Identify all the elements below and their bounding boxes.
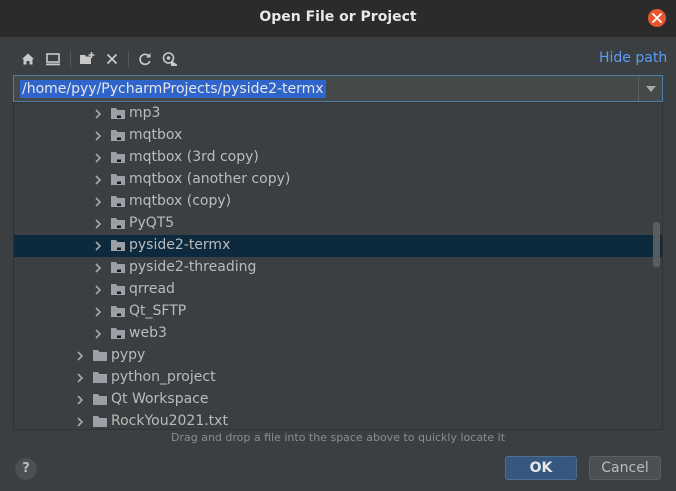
folder-icon (93, 372, 107, 383)
tree-row[interactable]: pyside2-termx (14, 235, 662, 257)
home-icon[interactable] (20, 51, 36, 67)
drag-drop-hint: Drag and drop a file into the space abov… (170, 431, 506, 444)
chevron-down-icon (646, 86, 656, 92)
folder-icon (93, 394, 107, 405)
tree-row[interactable]: RockYou2021.txt (14, 411, 662, 429)
folder-icon (111, 328, 125, 339)
folder-icon (111, 284, 125, 295)
tree-item-label: pyside2-termx (129, 237, 231, 253)
tree-item-label: mqtbox (3rd copy) (129, 149, 259, 165)
tree-item-label: Qt_SFTP (129, 303, 187, 319)
path-text[interactable]: /home/pyy/PycharmProjects/pyside2-termx (20, 80, 326, 98)
tree-item-label: qrread (129, 281, 175, 297)
folder-icon (111, 152, 125, 163)
tree-row[interactable]: mqtbox (14, 125, 662, 147)
tree-row[interactable]: Qt_SFTP (14, 301, 662, 323)
folder-icon (111, 108, 125, 119)
tree-item-label: RockYou2021.txt (111, 413, 228, 429)
folder-icon (111, 306, 125, 317)
tree-item-label: mp3 (129, 105, 161, 121)
refresh-icon[interactable] (137, 51, 153, 67)
close-icon (652, 13, 662, 23)
folder-icon (111, 218, 125, 229)
tree-item-label: mqtbox (129, 127, 183, 143)
chevron-right-icon[interactable] (93, 241, 103, 251)
file-tree[interactable]: mp3 mqtbox mqtbox (3rd copy) mqtbox (anothe… (13, 102, 663, 430)
chevron-right-icon[interactable] (93, 329, 103, 339)
chevron-right-icon[interactable] (93, 285, 103, 295)
tree-item-label: Qt Workspace (111, 391, 209, 407)
chevron-right-icon[interactable] (93, 307, 103, 317)
tree-row[interactable]: mqtbox (3rd copy) (14, 147, 662, 169)
chevron-right-icon[interactable] (75, 351, 85, 361)
chevron-right-icon[interactable] (93, 153, 103, 163)
chevron-right-icon[interactable] (75, 417, 85, 427)
path-input[interactable]: /home/pyy/PycharmProjects/pyside2-termx (13, 75, 663, 102)
tree-item-label: PyQT5 (129, 215, 175, 231)
tree-item-label: mqtbox (another copy) (129, 171, 291, 187)
dialog-title: Open File or Project (259, 9, 417, 25)
cancel-button[interactable]: Cancel (589, 456, 661, 480)
title-bar: Open File or Project (0, 0, 676, 37)
folder-icon (111, 262, 125, 273)
chevron-right-icon[interactable] (93, 175, 103, 185)
chevron-right-icon[interactable] (93, 219, 103, 229)
chevron-right-icon[interactable] (75, 395, 85, 405)
tree-row[interactable]: mp3 (14, 103, 662, 125)
toolbar-separator (70, 51, 71, 67)
tree-row[interactable]: pypy (14, 345, 662, 367)
folder-icon (111, 196, 125, 207)
chevron-right-icon[interactable] (93, 263, 103, 273)
help-button[interactable]: ? (15, 458, 37, 480)
desktop-icon[interactable] (45, 51, 61, 67)
ok-button[interactable]: OK (505, 456, 577, 480)
new-folder-icon[interactable] (79, 51, 95, 67)
chevron-right-icon[interactable] (93, 109, 103, 119)
toolbar-separator (128, 51, 129, 67)
tree-row[interactable]: mqtbox (another copy) (14, 169, 662, 191)
tree-row[interactable]: web3 (14, 323, 662, 345)
tree-row[interactable]: pyside2-threading (14, 257, 662, 279)
folder-icon (93, 416, 107, 427)
folder-icon (93, 350, 107, 361)
hide-path-link[interactable]: Hide path (599, 50, 667, 66)
tree-item-label: pypy (111, 347, 146, 363)
chevron-right-icon[interactable] (93, 131, 103, 141)
tree-item-label: pyside2-threading (129, 259, 257, 275)
chevron-right-icon[interactable] (93, 197, 103, 207)
folder-icon (111, 240, 125, 251)
folder-icon (111, 130, 125, 141)
tree-row[interactable]: python_project (14, 367, 662, 389)
tree-item-label: web3 (129, 325, 167, 341)
tree-row[interactable]: mqtbox (copy) (14, 191, 662, 213)
delete-icon[interactable] (104, 51, 120, 67)
path-history-dropdown[interactable] (638, 76, 662, 101)
tree-item-label: python_project (111, 369, 216, 385)
tree-row[interactable]: Qt Workspace (14, 389, 662, 411)
chevron-right-icon[interactable] (75, 373, 85, 383)
show-hidden-icon[interactable] (162, 51, 178, 67)
close-button[interactable] (648, 9, 666, 27)
tree-item-label: mqtbox (copy) (129, 193, 232, 209)
folder-icon (111, 174, 125, 185)
tree-scrollbar[interactable] (653, 222, 660, 267)
tree-row[interactable]: qrread (14, 279, 662, 301)
tree-row[interactable]: PyQT5 (14, 213, 662, 235)
